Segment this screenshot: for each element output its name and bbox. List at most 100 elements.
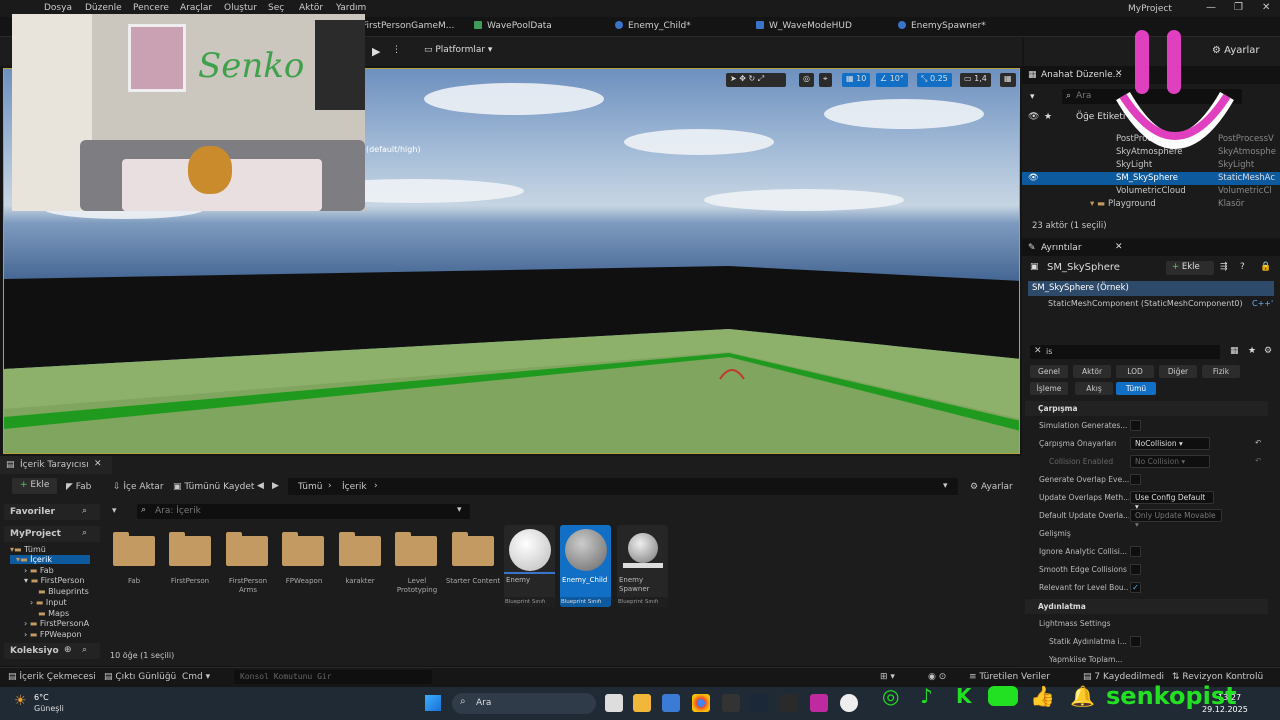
menu-create[interactable]: Oluştur [224, 3, 257, 13]
tree-item[interactable]: › ▬ Input [30, 598, 67, 607]
cmd-button[interactable]: Cmd ▾ [182, 672, 210, 682]
viewport-layout-icon[interactable]: ▦ [1000, 73, 1016, 87]
star-icon[interactable]: ★ [1248, 346, 1256, 356]
steam-icon[interactable] [750, 694, 768, 712]
project-header[interactable]: MyProject ⌕ [4, 526, 100, 542]
tree-item-selected[interactable]: ▾▬ İçerik [10, 555, 90, 564]
clear-search-icon[interactable]: ✕ [1034, 346, 1042, 356]
outliner-title[interactable]: Anahat Düzenle... [1041, 70, 1121, 80]
surface-snap-icon[interactable]: ⌖ [819, 73, 832, 87]
filter-physics[interactable]: Fizik [1202, 365, 1240, 378]
gear-icon[interactable]: ⚙ [1264, 346, 1272, 356]
reset-icon[interactable]: ↶ [1255, 438, 1261, 447]
filter-icon[interactable]: ▾ [1030, 92, 1035, 102]
epic-games-icon[interactable] [780, 694, 798, 712]
more-options-icon[interactable]: ⋮ [388, 43, 405, 60]
trace-icon[interactable]: ⊞ ▾ [880, 672, 895, 682]
filter-other[interactable]: Diğer [1159, 365, 1197, 378]
visibility-icon[interactable]: 👁 [1028, 173, 1039, 183]
cb-settings-button[interactable]: ⚙ Ayarlar [970, 482, 1013, 492]
derived-data-button[interactable]: ≡ Türetilen Veriler [969, 672, 1050, 682]
tree-item[interactable]: ▬ Blueprints [38, 587, 89, 596]
menu-tools[interactable]: Araçlar [180, 3, 212, 13]
tab-wavepooldata[interactable]: WavePoolData [474, 21, 552, 31]
sim-checkbox[interactable] [1130, 420, 1141, 431]
search-icon[interactable]: ⌕ [82, 528, 87, 538]
section-advanced[interactable]: Gelişmiş [1025, 526, 1268, 542]
search-icon[interactable]: ⌕ [82, 645, 87, 655]
default-update-select[interactable]: Only Update Movable ▾ [1130, 509, 1222, 529]
output-log-button[interactable]: ▤ Çıktı Günlüğü [104, 672, 176, 682]
add-collection-icon[interactable]: ⊕ [64, 645, 72, 655]
menu-file[interactable]: Dosya [44, 3, 72, 13]
platforms-button[interactable]: ▭ Platformlar ▾ [420, 43, 496, 60]
blueprint-icon[interactable]: ⇶ [1220, 262, 1228, 272]
component-row[interactable]: StaticMeshComponent (StaticMeshComponent… [1028, 297, 1274, 312]
overlap-checkbox[interactable] [1130, 474, 1141, 485]
rotation-snap-button[interactable]: ∠ 10° [876, 73, 908, 87]
folder-icon[interactable] [226, 532, 268, 566]
chevron-down-icon[interactable]: ▾ [457, 505, 462, 515]
outliner-row[interactable]: SkyLight SkyLight [1022, 159, 1280, 172]
filter-rendering[interactable]: İşleme [1030, 382, 1068, 395]
outliner-row[interactable]: ▾ ▬ Playground Klasör [1022, 198, 1280, 211]
smooth-checkbox[interactable] [1130, 564, 1141, 575]
close-icon[interactable]: ✕ [94, 459, 102, 469]
revision-control-button[interactable]: ⇅ Revizyon Kontrolü [1172, 672, 1263, 682]
asset-enemy-child[interactable]: Enemy_Child Blueprint Sınıfı [560, 525, 611, 607]
outliner-row[interactable]: VolumetricCloud VolumetricCl [1022, 185, 1280, 198]
asset-enemy-spawner[interactable]: Enemy Spawner Blueprint Sınıfı [617, 525, 668, 607]
details-title[interactable]: Ayrıntılar [1041, 243, 1082, 253]
console-input[interactable]: Konsol Komutunu Gir [234, 670, 432, 684]
content-drawer-button[interactable]: ▤ İçerik Çekmecesi [8, 672, 96, 682]
update-overlaps-select[interactable]: Use Config Default ▾ [1130, 491, 1214, 511]
star-icon[interactable]: ★ [1044, 112, 1052, 122]
details-search-input[interactable]: ✕ is [1030, 345, 1220, 359]
filter-icon[interactable]: ▾ [112, 506, 117, 516]
filter-all[interactable]: Tümü [1116, 382, 1156, 395]
scale-snap-button[interactable]: ⤡ 0.25 [917, 73, 952, 87]
folder-icon[interactable] [395, 532, 437, 566]
tree-item[interactable]: ▾ ▬ FirstPerson [24, 576, 84, 585]
tree-item[interactable]: › ▬ FirstPersonA [24, 619, 89, 628]
folder-icon[interactable] [282, 532, 324, 566]
taskbar-search[interactable]: ⌕ Ara [452, 693, 596, 714]
folder-icon[interactable] [113, 532, 155, 566]
task-view-icon[interactable] [605, 694, 623, 712]
analytic-checkbox[interactable] [1130, 546, 1141, 557]
chevron-down-icon[interactable]: ▾ [943, 481, 948, 491]
path-bar[interactable]: Tümü › İçerik › ▾ [288, 478, 958, 495]
lock-icon[interactable]: 🔒 [1260, 262, 1271, 272]
world-space-icon[interactable]: ◎ [799, 73, 814, 87]
menu-edit[interactable]: Düzenle [85, 3, 122, 13]
details-close-icon[interactable]: ✕ [1115, 242, 1123, 252]
play-icon[interactable]: ▶ [368, 43, 384, 60]
section-collision[interactable]: Çarpışma [1025, 401, 1268, 416]
instance-row[interactable]: SM_SkySphere (Örnek) [1028, 281, 1274, 296]
unsaved-button[interactable]: ▤ 7 Kaydedilmedi [1083, 672, 1164, 682]
store-icon[interactable] [662, 694, 680, 712]
app-icon[interactable] [722, 694, 740, 712]
tab-firstperson[interactable]: FirstPersonGameM... [362, 21, 454, 31]
tree-item[interactable]: › ▬ Fab [24, 566, 54, 575]
tree-item[interactable]: ▾▬ Tümü [10, 545, 46, 554]
collision-preset-select[interactable]: NoCollision ▾ [1130, 437, 1210, 450]
relevant-checkbox[interactable]: ✓ [1130, 582, 1141, 593]
content-search-input[interactable]: ⌕ Ara: İçerik ▾ [137, 504, 470, 519]
path-content[interactable]: İçerik [342, 482, 367, 492]
fab-button[interactable]: ◤ Fab [66, 482, 91, 492]
save-all-button[interactable]: ▣ Tümünü Kaydet [173, 482, 254, 492]
prop-lightmass[interactable]: Lightmass Settings [1025, 615, 1268, 633]
chrome-icon[interactable] [692, 694, 710, 712]
visibility-icon[interactable]: 👁 [1028, 112, 1039, 122]
unreal-engine-icon[interactable] [840, 694, 858, 712]
minimize-icon[interactable]: — [1206, 2, 1216, 13]
menu-actor[interactable]: Aktör [299, 3, 323, 13]
camera-speed-button[interactable]: ▭ 1,4 [960, 73, 991, 87]
tab-enemy-child[interactable]: Enemy_Child* [615, 21, 691, 31]
favorites-header[interactable]: Favoriler ⌕ [4, 504, 100, 520]
menu-select[interactable]: Seç [268, 3, 284, 13]
outliner-row-selected[interactable]: 👁 SM_SkySphere StaticMeshAc [1022, 172, 1280, 185]
streaming-app-icon[interactable] [810, 694, 828, 712]
maximize-icon[interactable]: ❐ [1234, 2, 1243, 13]
